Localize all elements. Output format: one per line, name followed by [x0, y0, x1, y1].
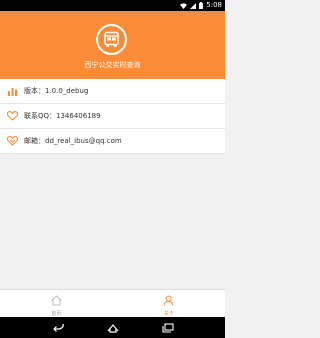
system-nav-bar — [0, 317, 225, 338]
recents-icon[interactable] — [158, 321, 178, 335]
app-title: 西宁公交实时查询 — [84, 61, 141, 69]
bar-chart-icon — [6, 85, 18, 97]
status-time: 5:08 — [206, 1, 222, 9]
tab-home-label: 首页 — [51, 310, 62, 317]
bus-icon — [96, 24, 127, 55]
home-icon — [50, 291, 63, 310]
about-info-list: 版本：1.0.0_debug 联系QQ：1346406189 邮箱：dd_rea… — [0, 79, 225, 154]
tab-about[interactable]: 关于 — [113, 290, 226, 317]
wifi-icon — [180, 2, 188, 9]
version-text: 版本：1.0.0_debug — [24, 87, 89, 95]
qq-row: 联系QQ：1346406189 — [0, 104, 225, 129]
version-row: 版本：1.0.0_debug — [0, 79, 225, 104]
status-bar: 5:08 — [0, 0, 225, 11]
signal-icon — [190, 2, 197, 9]
qq-text: 联系QQ：1346406189 — [24, 112, 101, 120]
email-text: 邮箱：dd_real_ibus@qq.com — [24, 137, 122, 145]
home-nav-icon[interactable] — [103, 321, 123, 335]
battery-icon — [199, 2, 204, 9]
bottom-tab-bar: 首页 关于 — [0, 289, 225, 317]
heart-icon — [6, 110, 18, 122]
email-row: 邮箱：dd_real_ibus@qq.com — [0, 129, 225, 154]
email-icon — [6, 135, 18, 147]
app-header: 西宁公交实时查询 — [0, 11, 225, 79]
person-icon — [163, 291, 174, 310]
tab-about-label: 关于 — [163, 310, 174, 317]
tab-home[interactable]: 首页 — [0, 290, 113, 317]
back-icon[interactable] — [48, 321, 68, 335]
